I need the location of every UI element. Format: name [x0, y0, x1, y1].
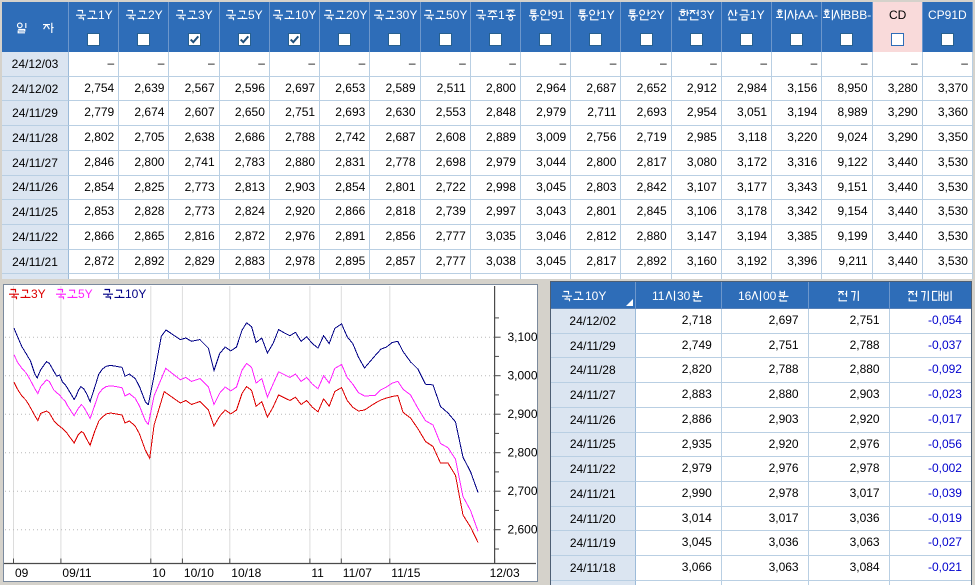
svg-text:AA-: AA-	[798, 8, 818, 21]
svg-text:09: 09	[15, 566, 29, 580]
svg-text:3Y: 3Y	[198, 8, 213, 21]
svg-text:10/18: 10/18	[231, 566, 261, 580]
svg-text:11/07: 11/07	[343, 566, 372, 580]
svg-text:11: 11	[652, 289, 665, 302]
svg-text:50Y: 50Y	[446, 8, 467, 21]
svg-text:1Y: 1Y	[600, 8, 615, 21]
svg-text:2Y: 2Y	[148, 8, 163, 21]
svg-text:3,000: 3,000	[508, 369, 538, 383]
svg-text:3,100: 3,100	[508, 330, 538, 344]
svg-text:30: 30	[677, 289, 691, 302]
svg-text:11: 11	[311, 566, 324, 580]
svg-text:2,800: 2,800	[508, 446, 538, 460]
svg-text:12/03: 12/03	[490, 566, 520, 580]
svg-text:10Y: 10Y	[295, 8, 316, 21]
svg-text:2Y: 2Y	[650, 8, 665, 21]
svg-text:2,600: 2,600	[508, 523, 538, 537]
svg-text:CP91D: CP91D	[928, 8, 967, 21]
svg-text:16: 16	[738, 289, 752, 302]
svg-text:3Y: 3Y	[31, 287, 46, 301]
svg-text:5Y: 5Y	[78, 287, 93, 301]
svg-text:3Y: 3Y	[700, 8, 715, 21]
svg-text:1Y: 1Y	[750, 8, 765, 21]
svg-text:1: 1	[498, 8, 505, 21]
svg-text:11/15: 11/15	[391, 566, 420, 580]
svg-text:91: 91	[551, 8, 564, 21]
svg-text:BBB-: BBB-	[844, 8, 872, 21]
svg-text:10/10: 10/10	[184, 566, 214, 580]
svg-text:10Y: 10Y	[585, 289, 606, 302]
svg-text:5Y: 5Y	[248, 8, 263, 21]
svg-text:2,700: 2,700	[508, 484, 538, 498]
svg-text:1Y: 1Y	[98, 8, 113, 21]
svg-text:09/11: 09/11	[62, 566, 91, 580]
svg-text:20Y: 20Y	[346, 8, 367, 21]
svg-text:10Y: 10Y	[125, 287, 146, 301]
svg-text:2,900: 2,900	[508, 407, 538, 421]
svg-text:CD: CD	[889, 8, 906, 21]
svg-text:30Y: 30Y	[396, 8, 417, 21]
svg-text:00: 00	[763, 289, 777, 302]
svg-text:10: 10	[152, 566, 166, 580]
